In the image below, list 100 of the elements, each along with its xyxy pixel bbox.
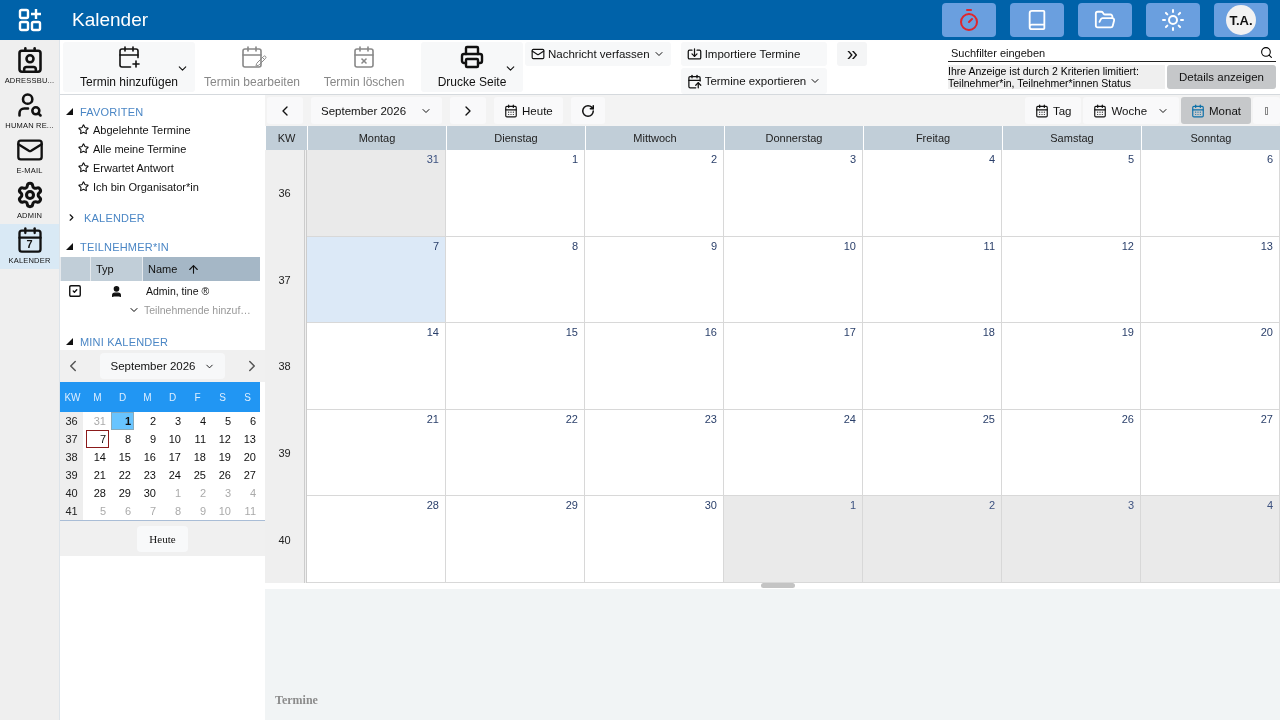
section-header[interactable]: MINI KALENDER — [60, 333, 265, 350]
mini-calendar-day[interactable]: 26 — [211, 466, 234, 484]
mini-calendar-day[interactable]: 15 — [111, 448, 134, 466]
mini-calendar-day[interactable]: 25 — [186, 466, 209, 484]
day-cell[interactable]: 26 — [1002, 409, 1141, 497]
day-cell[interactable]: 2 — [863, 496, 1002, 583]
favorite-item[interactable]: Ich bin Organisator*in — [60, 177, 265, 196]
day-cell[interactable]: 14 — [307, 323, 446, 410]
day-cell[interactable]: 9 — [585, 236, 724, 324]
section-header[interactable]: KALENDER — [60, 209, 265, 226]
mini-calendar-day[interactable]: 11 — [186, 430, 209, 448]
day-cell[interactable]: 4 — [863, 150, 1002, 237]
day-cell[interactable]: 3 — [1002, 496, 1141, 583]
toolbar-button[interactable]: Drucke Seite — [421, 42, 523, 92]
mini-calendar-day[interactable]: 4 — [186, 412, 209, 430]
day-cell[interactable]: 10 — [724, 236, 863, 324]
checkbox[interactable] — [68, 284, 82, 298]
details-button[interactable]: Details anzeigen — [1166, 65, 1276, 89]
mini-calendar-day[interactable]: 17 — [161, 448, 184, 466]
day-cell[interactable]: 2 — [585, 150, 724, 237]
mini-calendar-day[interactable]: 24 — [161, 466, 184, 484]
options-button[interactable] — [1253, 97, 1280, 124]
favorite-item[interactable]: Erwartet Antwort — [60, 158, 265, 177]
day-cell[interactable]: 18 — [863, 323, 1002, 410]
day-cell[interactable]: 24 — [724, 409, 863, 497]
day-cell[interactable]: 15 — [446, 323, 585, 410]
mini-calendar-day[interactable]: 21 — [86, 466, 109, 484]
day-cell[interactable]: 8 — [446, 236, 585, 324]
period-select[interactable]: September 2026 — [311, 97, 443, 124]
day-cell[interactable]: 30 — [585, 496, 724, 583]
day-cell[interactable]: 3 — [724, 150, 863, 237]
day-cell[interactable]: 20 — [1141, 323, 1280, 410]
day-cell[interactable]: 16 — [585, 323, 724, 410]
day-cell[interactable]: 25 — [863, 409, 1002, 497]
column-header[interactable]: Name — [142, 257, 260, 281]
mini-calendar-day[interactable]: 8 — [111, 430, 134, 448]
toolbar-button[interactable]: Termin hinzufügen — [63, 42, 195, 92]
import-button[interactable]: Importiere Termine — [680, 42, 828, 66]
view-tab[interactable]: Monat — [1181, 97, 1251, 124]
compose-message-button[interactable]: Nachricht verfassen — [525, 42, 671, 66]
day-cell[interactable]: 27 — [1141, 409, 1280, 497]
export-button[interactable]: Termine exportieren — [680, 68, 828, 94]
next-button[interactable] — [450, 97, 487, 124]
header-button[interactable] — [942, 3, 996, 37]
day-cell[interactable]: 21 — [307, 409, 446, 497]
header-button[interactable] — [1010, 3, 1064, 37]
mini-calendar-day[interactable]: 1 — [111, 412, 134, 430]
day-cell[interactable]: 28 — [307, 496, 446, 583]
day-cell[interactable]: 17 — [724, 323, 863, 410]
day-cell[interactable]: 29 — [446, 496, 585, 583]
avatar-button[interactable]: T.A. — [1214, 3, 1268, 37]
mini-calendar-day[interactable]: 18 — [186, 448, 209, 466]
mini-calendar-day[interactable]: 12 — [211, 430, 234, 448]
day-cell[interactable]: 5 — [1002, 150, 1141, 237]
section-header[interactable]: TEILNEHMER*IN — [60, 238, 265, 255]
day-cell[interactable]: 12 — [1002, 236, 1141, 324]
today-button[interactable]: Heute — [137, 525, 188, 552]
mini-calendar-day[interactable]: 5 — [211, 412, 234, 430]
mini-calendar-day[interactable]: 2 — [136, 412, 159, 430]
more-button[interactable]: » — [837, 42, 868, 66]
mini-calendar-day[interactable]: 6 — [236, 412, 259, 430]
mini-calendar-day[interactable]: 10 — [161, 430, 184, 448]
apps-icon[interactable] — [18, 8, 42, 32]
day-cell[interactable]: 1 — [446, 150, 585, 237]
search-field[interactable]: Suchfilter eingeben — [951, 44, 1260, 61]
mini-calendar-day[interactable]: 29 — [111, 484, 134, 502]
mini-calendar-day[interactable]: 23 — [136, 466, 159, 484]
mini-calendar-day[interactable]: 22 — [111, 466, 134, 484]
day-cell[interactable]: 19 — [1002, 323, 1141, 410]
day-cell[interactable]: 1 — [724, 496, 863, 583]
day-cell[interactable]: 4 — [1141, 496, 1280, 583]
mini-calendar-day[interactable]: 20 — [236, 448, 259, 466]
mini-calendar-day[interactable]: 28 — [86, 484, 109, 502]
day-cell[interactable]: 11 — [863, 236, 1002, 324]
column-header[interactable]: Typ — [90, 257, 142, 281]
day-cell[interactable]: 31 — [307, 150, 446, 237]
section-header[interactable]: FAVORITEN — [60, 103, 265, 120]
view-tab[interactable]: Woche — [1083, 97, 1180, 124]
mini-calendar-day[interactable]: 9 — [136, 430, 159, 448]
previous-button[interactable] — [267, 97, 303, 124]
day-cell[interactable]: 23 — [585, 409, 724, 497]
day-cell[interactable]: 22 — [446, 409, 585, 497]
mini-calendar-day[interactable]: 30 — [136, 484, 159, 502]
favorite-item[interactable]: Alle meine Termine — [60, 139, 265, 158]
month-select[interactable]: September 2026 — [100, 353, 225, 379]
header-button[interactable] — [1146, 3, 1200, 37]
mini-calendar-day[interactable]: 27 — [236, 466, 259, 484]
day-cell[interactable]: 6 — [1141, 150, 1280, 237]
mini-calendar-day[interactable]: 14 — [86, 448, 109, 466]
header-button[interactable] — [1078, 3, 1132, 37]
resize-handle[interactable] — [760, 582, 795, 588]
refresh-button[interactable] — [570, 97, 605, 124]
mini-calendar-day[interactable]: 7 — [86, 430, 109, 448]
favorite-item[interactable]: Abgelehnte Termine — [60, 120, 265, 139]
today-button[interactable]: Heute — [494, 97, 563, 124]
mini-calendar-day[interactable]: 16 — [136, 448, 159, 466]
day-cell[interactable]: 13 — [1141, 236, 1280, 324]
view-tab[interactable]: Tag — [1024, 97, 1082, 124]
mini-calendar-day[interactable]: 19 — [211, 448, 234, 466]
mini-calendar-day[interactable]: 13 — [236, 430, 259, 448]
